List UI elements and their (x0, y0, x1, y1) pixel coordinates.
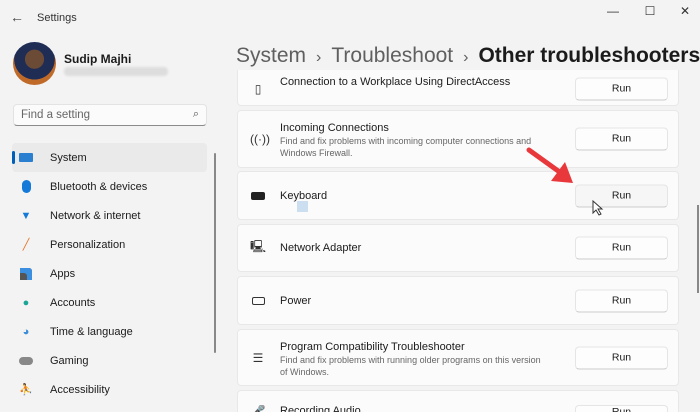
troubleshooter-title: Network Adapter (280, 242, 362, 254)
sidebar-item-accounts[interactable]: ● Accounts (12, 288, 207, 317)
troubleshooter-program-compatibility: ☰ Program Compatibility Troubleshooter F… (237, 329, 679, 386)
sidebar-item-label: Personalization (50, 238, 126, 251)
battery-icon (250, 294, 266, 308)
troubleshooter-title: Connection to a Workplace Using DirectAc… (280, 76, 511, 88)
sidebar-item-system[interactable]: System (12, 143, 207, 172)
user-name: Sudip Majhi (64, 52, 132, 66)
troubleshooter-directaccess: ▯ Connection to a Workplace Using Direct… (237, 70, 679, 106)
sidebar-item-network[interactable]: ▼ Network & internet (12, 201, 207, 230)
troubleshooter-description: Find and fix problems with incoming comp… (280, 136, 532, 158)
keyboard-icon (250, 189, 266, 203)
accessibility-icon: ⛹ (19, 384, 33, 396)
network-adapter-icon: 🖳 (250, 239, 267, 254)
antenna-icon: ((·)) (250, 132, 270, 146)
sidebar-item-label: Bluetooth & devices (50, 180, 148, 193)
breadcrumb-troubleshoot[interactable]: Troubleshoot (331, 44, 453, 67)
red-arrow-annotation (526, 147, 573, 183)
microphone-icon: 🎤 (250, 405, 266, 412)
breadcrumb: System › Troubleshoot › Other troubleshooter… (236, 44, 700, 68)
sidebar-item-label: Apps (50, 267, 76, 280)
gamepad-icon (19, 355, 33, 367)
sidebar-item-label: Time & language (50, 325, 133, 338)
troubleshooter-title: Incoming Connections (280, 122, 389, 134)
troubleshooter-network-adapter: 🖳 Network Adapter Run (237, 224, 679, 272)
sidebar-item-bluetooth[interactable]: Bluetooth & devices (12, 172, 207, 201)
user-email-blurred (64, 67, 168, 76)
search-placeholder: Find a setting (21, 109, 91, 121)
search-icon: ⌕ (192, 108, 199, 120)
troubleshooter-title: Power (280, 295, 312, 307)
troubleshooter-incoming-connections: ((·)) Incoming Connections Find and fix … (237, 110, 679, 168)
watermark-logo (297, 201, 308, 212)
sidebar-item-time-language[interactable]: ◕ Time & language (12, 317, 207, 346)
breadcrumb-separator: › (463, 49, 469, 66)
sidebar-item-label: System (50, 151, 87, 164)
sidebar-item-label: Gaming (50, 354, 89, 367)
person-icon: ● (22, 296, 30, 309)
sidebar-item-gaming[interactable]: Gaming (12, 346, 207, 375)
run-button[interactable]: Run (575, 236, 668, 260)
search-input[interactable]: Find a setting ⌕ (13, 104, 207, 126)
run-button[interactable]: Run (575, 77, 668, 101)
clock-globe-icon: ◕ (22, 325, 30, 338)
wifi-icon: ▼ (20, 209, 32, 222)
back-button[interactable]: ← (10, 9, 24, 25)
title-bar: ← Settings — ☐ ✕ (0, 0, 700, 36)
bluetooth-icon (19, 180, 33, 193)
maximize-button[interactable]: ☐ (635, 4, 665, 18)
sidebar-item-personalization[interactable]: ╱ Personalization (12, 230, 207, 259)
list-icon: ☰ (252, 350, 264, 365)
run-button[interactable]: Run (575, 346, 668, 369)
apps-icon (19, 267, 33, 280)
troubleshooter-list: ▯ Connection to a Workplace Using Direct… (236, 70, 679, 412)
phone-icon: ▯ (254, 82, 262, 96)
sidebar-scrollbar[interactable] (214, 153, 216, 353)
troubleshooter-recording-audio: 🎤 Recording Audio Run (237, 390, 679, 412)
troubleshooter-title: Recording Audio (280, 405, 361, 412)
troubleshooter-description: Find and fix problems with running older… (280, 355, 541, 377)
system-icon (19, 152, 33, 164)
troubleshooter-keyboard: Keyboard Run (237, 171, 679, 220)
run-button[interactable]: Run (575, 405, 668, 412)
run-button[interactable]: Run (575, 184, 668, 207)
sidebar-item-label: Accessibility (50, 383, 110, 396)
brush-icon: ╱ (22, 239, 30, 251)
sidebar-item-apps[interactable]: Apps (12, 259, 207, 288)
app-title: Settings (37, 12, 77, 24)
troubleshooter-power: Power Run (237, 276, 679, 325)
breadcrumb-separator: › (316, 49, 322, 66)
sidebar-item-label: Accounts (50, 296, 96, 309)
breadcrumb-system[interactable]: System (236, 44, 306, 67)
sidebar-nav: System Bluetooth & devices ▼ Network & in… (12, 143, 207, 404)
close-button[interactable]: ✕ (670, 4, 700, 18)
main-scrollbar[interactable] (697, 205, 699, 293)
troubleshooter-title: Program Compatibility Troubleshooter (280, 341, 465, 353)
mouse-cursor (592, 200, 604, 216)
run-button[interactable]: Run (575, 127, 668, 151)
run-button[interactable]: Run (575, 289, 668, 312)
sidebar-item-label: Network & internet (50, 209, 141, 222)
minimize-button[interactable]: — (598, 4, 628, 18)
sidebar-item-accessibility[interactable]: ⛹ Accessibility (12, 375, 207, 404)
page-title: Other troubleshooters (478, 44, 700, 67)
avatar[interactable] (13, 42, 56, 85)
